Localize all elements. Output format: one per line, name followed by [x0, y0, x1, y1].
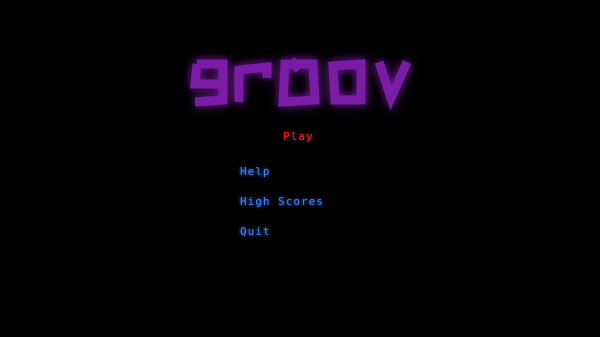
game-logo — [183, 50, 423, 120]
logo-graphic — [190, 57, 412, 111]
logo-letter-v — [374, 60, 412, 111]
logo-letter-o2 — [328, 59, 366, 105]
menu-item-help[interactable]: Help — [240, 165, 271, 179]
menu-item-quit[interactable]: Quit — [240, 225, 271, 239]
game-screen: Play Help High Scores Quit — [0, 0, 600, 337]
logo-letter-g — [190, 59, 228, 107]
logo-letter-r — [234, 61, 272, 102]
menu-item-high-scores[interactable]: High Scores — [240, 195, 324, 209]
menu-item-play[interactable]: Play — [283, 130, 314, 144]
logo-letter-o — [278, 57, 320, 107]
